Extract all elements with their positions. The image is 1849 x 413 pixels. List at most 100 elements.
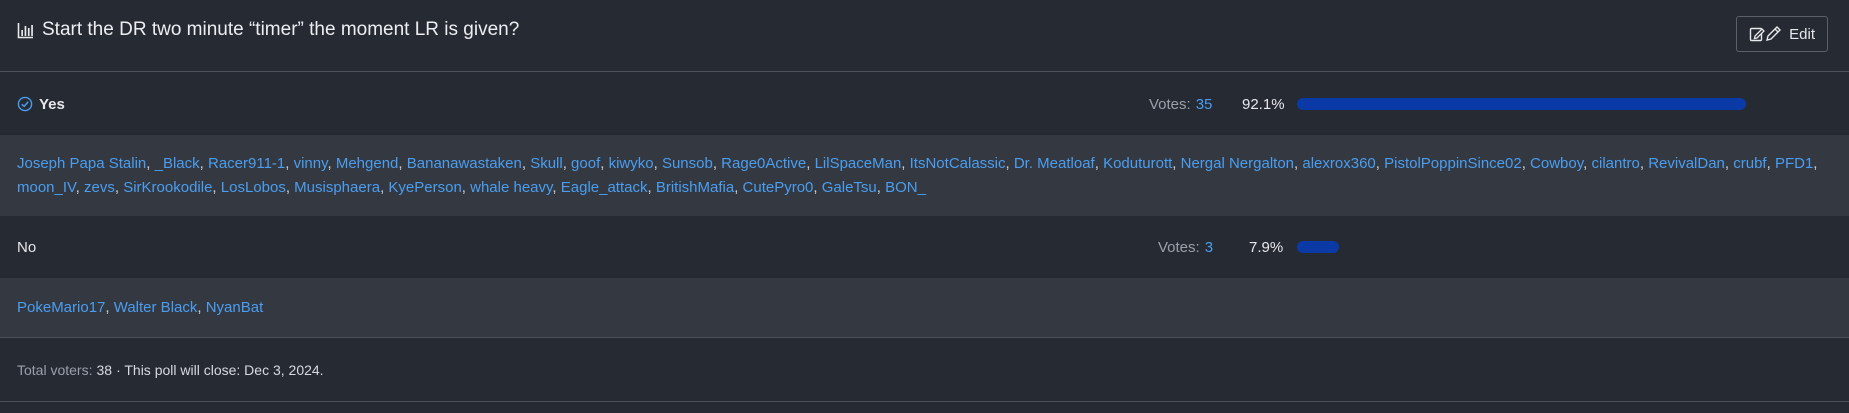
bar-chart-icon bbox=[17, 22, 33, 38]
voter-separator: , bbox=[1724, 155, 1734, 172]
voter-separator: , bbox=[552, 178, 561, 196]
voter-separator: , bbox=[114, 178, 124, 196]
voter-link[interactable]: Dr. Meatloaf bbox=[1014, 155, 1095, 172]
voter-link[interactable]: NyanBat bbox=[206, 299, 264, 316]
voter-link[interactable]: PFD1 bbox=[1775, 155, 1813, 172]
voter-link[interactable]: whale heavy bbox=[470, 179, 552, 196]
voter-link[interactable]: Racer911-1 bbox=[208, 155, 285, 172]
voters-list-yes: Joseph Papa Stalin, _Black, Racer911-1, … bbox=[0, 135, 1849, 216]
voter-link[interactable]: Sunsob bbox=[662, 155, 713, 172]
voter-link[interactable]: Cowboy bbox=[1530, 155, 1583, 172]
voter-separator: , bbox=[1094, 155, 1104, 172]
voter-link[interactable]: Mehgend bbox=[336, 155, 399, 172]
voter-link[interactable]: Rage0Active bbox=[721, 155, 806, 172]
vote-progress-bar bbox=[1297, 241, 1339, 253]
voter-separator: , bbox=[647, 178, 656, 196]
voter-link[interactable]: Walter Black bbox=[114, 299, 198, 316]
voter-separator: , bbox=[1375, 155, 1385, 172]
voter-separator: , bbox=[146, 155, 155, 172]
votes-percent: 92.1% bbox=[1242, 95, 1285, 113]
votes-number[interactable]: 35 bbox=[1196, 96, 1213, 113]
voter-link[interactable]: kiwyko bbox=[609, 155, 654, 172]
voter-separator: , bbox=[712, 155, 722, 172]
voter-link[interactable]: LosLobos bbox=[221, 179, 286, 196]
voter-separator: , bbox=[734, 178, 743, 196]
voter-link[interactable]: CutePyro0 bbox=[743, 179, 814, 196]
voter-separator: , bbox=[285, 178, 295, 196]
voter-separator: , bbox=[1172, 155, 1181, 172]
poll-option-yes: Yes Votes: 35 92.1% bbox=[0, 73, 1849, 135]
voter-link[interactable]: KyePerson bbox=[388, 179, 461, 196]
edit-icon bbox=[1749, 26, 1782, 42]
poll-close-text: · This poll will close: Dec 3, 2024. bbox=[116, 361, 324, 378]
voter-link[interactable]: moon_IV bbox=[17, 179, 76, 196]
voter-link[interactable]: BON_ bbox=[885, 179, 926, 196]
voter-link[interactable]: PokeMario17 bbox=[17, 299, 105, 316]
voter-link[interactable]: ItsNotCalassic bbox=[910, 155, 1006, 172]
voter-separator: , bbox=[806, 155, 815, 172]
voter-separator: , bbox=[327, 155, 336, 172]
voter-separator: , bbox=[212, 178, 221, 196]
poll-footer-text: Total voters: 38 · This poll will close:… bbox=[17, 338, 324, 401]
voter-link[interactable]: Skull bbox=[530, 155, 563, 172]
voter-link[interactable]: _Black bbox=[155, 155, 200, 172]
voter-link[interactable]: Bananawastaken bbox=[407, 155, 522, 172]
voters-list: PokeMario17, Walter Black, NyanBat bbox=[17, 296, 1829, 320]
option-label-text: Yes bbox=[39, 95, 65, 113]
votes-count: Votes: 3 bbox=[1158, 216, 1213, 278]
total-voters-label: Total voters: bbox=[17, 361, 93, 378]
voter-link[interactable]: RevivalDan bbox=[1648, 155, 1725, 172]
voter-separator: , bbox=[398, 155, 407, 172]
voter-link[interactable]: PistolPoppinSince02 bbox=[1384, 155, 1522, 172]
edit-button[interactable]: Edit bbox=[1736, 16, 1828, 52]
voter-separator: , bbox=[600, 155, 609, 172]
voter-separator: , bbox=[75, 178, 85, 196]
voter-separator: , bbox=[1639, 155, 1649, 172]
voter-link[interactable]: Joseph Papa Stalin bbox=[17, 155, 146, 172]
check-circle-icon bbox=[17, 96, 33, 112]
voter-link[interactable]: vinny bbox=[294, 155, 328, 172]
votes-label: Votes: bbox=[1158, 238, 1200, 256]
voter-separator: , bbox=[562, 155, 572, 172]
voter-separator: , bbox=[1813, 155, 1818, 172]
vote-progress-bar bbox=[1297, 98, 1747, 110]
voter-separator: , bbox=[461, 178, 471, 196]
option-label-text: No bbox=[17, 238, 37, 256]
voter-link[interactable]: crubf bbox=[1733, 155, 1766, 172]
voter-separator: , bbox=[876, 178, 886, 196]
voter-link[interactable]: zevs bbox=[84, 179, 115, 196]
voter-link[interactable]: Nergal Nergalton bbox=[1181, 155, 1294, 172]
voter-separator: , bbox=[521, 155, 531, 172]
voter-link[interactable]: LilSpaceMan bbox=[815, 155, 902, 172]
voter-link[interactable]: SirKrookodile bbox=[123, 179, 212, 196]
option-label: Yes bbox=[17, 73, 65, 135]
voter-separator: , bbox=[285, 155, 294, 172]
voter-link[interactable]: goof bbox=[571, 155, 600, 172]
option-label: No bbox=[17, 216, 36, 278]
voter-link[interactable]: GaleTsu bbox=[822, 179, 877, 196]
edit-button-label: Edit bbox=[1789, 25, 1815, 43]
poll-option-no: No Votes: 3 7.9% bbox=[0, 216, 1849, 278]
voter-link[interactable]: BritishMafia bbox=[656, 179, 734, 196]
voter-link[interactable]: cilantro bbox=[1591, 155, 1639, 172]
voter-link[interactable]: Musisphaera bbox=[294, 179, 380, 196]
voter-separator: , bbox=[1005, 155, 1014, 172]
voter-link[interactable]: Eagle_attack bbox=[561, 179, 648, 196]
voter-separator: , bbox=[1766, 155, 1775, 172]
votes-number[interactable]: 3 bbox=[1205, 239, 1213, 256]
voter-separator: , bbox=[813, 178, 822, 196]
votes-count: Votes: 35 bbox=[1149, 73, 1212, 135]
poll-title: Start the DR two minute “timer” the mome… bbox=[17, 19, 519, 41]
voters-list-no: PokeMario17, Walter Black, NyanBat bbox=[0, 278, 1849, 337]
total-voters-value: 38 bbox=[96, 361, 113, 378]
poll-title-text: Start the DR two minute “timer” the mome… bbox=[42, 19, 520, 40]
poll-footer: Total voters: 38 · This poll will close:… bbox=[0, 337, 1849, 402]
voter-separator: , bbox=[901, 155, 910, 172]
voter-separator: , bbox=[1521, 155, 1531, 172]
voter-separator: , bbox=[105, 299, 114, 316]
votes-label: Votes: bbox=[1149, 95, 1191, 113]
voter-link[interactable]: Koduturott bbox=[1103, 155, 1172, 172]
poll-header: Start the DR two minute “timer” the mome… bbox=[0, 0, 1849, 72]
voter-link[interactable]: alexrox360 bbox=[1302, 155, 1375, 172]
voters-list: Joseph Papa Stalin, _Black, Racer911-1, … bbox=[17, 152, 1829, 199]
